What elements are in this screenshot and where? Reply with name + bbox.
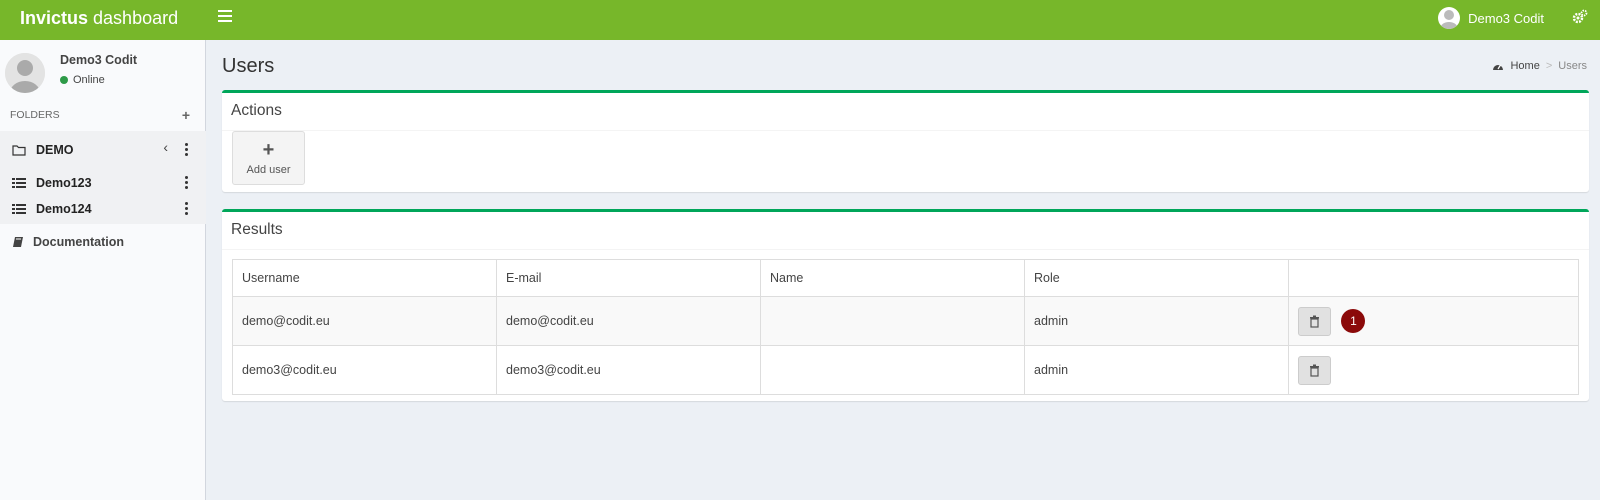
cell-role: admin [1024,345,1289,395]
sidebar-user-name: Demo3 Codit [60,53,138,67]
table-row: demo3@codit.eu demo3@codit.eu admin [232,345,1579,395]
more-vertical-icon[interactable] [185,176,188,190]
hamburger-icon[interactable] [218,10,232,24]
breadcrumb-home[interactable]: Home [1510,60,1539,72]
sidebar-item-label: Demo123 [36,176,92,190]
user-status: Online [60,74,105,86]
delete-button[interactable] [1298,355,1331,385]
folder-group: DEMO ‹ Demo123 Demo124 [0,131,206,224]
actions-title: Actions [231,102,282,119]
sidebar: Demo3 Codit Online FOLDERS + DEMO ‹ Demo… [0,40,206,500]
brand-bold: Invictus [20,8,89,28]
status-text: Online [73,74,105,86]
avatar [1438,7,1461,29]
gear-icon[interactable] [1572,9,1588,25]
column-header-role[interactable]: Role [1024,259,1289,297]
divider [222,249,1589,250]
table-row: demo@codit.eu demo@codit.eu admin 1 [232,296,1579,346]
cell-name [760,296,1025,346]
cell-username: demo3@codit.eu [232,345,497,395]
cell-email: demo3@codit.eu [496,345,761,395]
cell-actions [1288,345,1579,395]
dashboard-icon [1493,64,1504,70]
sidebar-folder-label: DEMO [36,143,74,157]
book-icon [13,237,23,247]
column-header-name[interactable]: Name [760,259,1025,297]
breadcrumb: Home > Users [1492,60,1587,72]
add-user-button[interactable]: + Add user [232,131,305,185]
list-icon [12,204,26,214]
app-brand[interactable]: Invictus dashboard [20,0,178,40]
breadcrumb-separator: > [1545,60,1553,72]
cell-role: admin [1024,296,1289,346]
cell-email: demo@codit.eu [496,296,761,346]
trash-icon [1310,315,1319,328]
brand-rest: dashboard [88,8,179,28]
users-table: Username E-mail Name Role demo@codit.eu … [232,259,1579,395]
chevron-left-icon[interactable]: ‹ [163,139,168,155]
list-icon [12,178,26,188]
add-folder-button[interactable]: + [182,108,190,122]
actions-box: Actions + Add user [222,90,1589,192]
sidebar-item-demo124[interactable]: Demo124 [0,196,206,222]
status-dot-icon [60,76,68,84]
user-menu[interactable]: Demo3 Codit [1438,0,1544,36]
notification-badge: 1 [1341,309,1366,333]
add-user-label: Add user [246,164,291,176]
sidebar-item-documentation[interactable]: Documentation [0,231,206,253]
column-header-email[interactable]: E-mail [496,259,761,297]
folders-heading: FOLDERS + [10,108,190,123]
folder-icon [12,145,26,156]
top-navbar: Invictus dashboard Demo3 Codit [0,0,1600,40]
breadcrumb-current: Users [1558,60,1587,72]
cell-name [760,345,1025,395]
column-header-actions [1288,259,1579,297]
plus-icon: + [262,139,275,161]
more-vertical-icon[interactable] [185,202,188,216]
folders-heading-label: FOLDERS [10,109,60,121]
avatar [5,53,45,93]
divider [222,130,1589,131]
cell-username: demo@codit.eu [232,296,497,346]
sidebar-folder-demo[interactable]: DEMO ‹ [0,137,206,163]
cell-actions: 1 [1288,296,1579,346]
results-box: Results Username E-mail Name Role demo@c… [222,209,1589,401]
sidebar-item-label: Documentation [33,235,124,249]
column-header-username[interactable]: Username [232,259,497,297]
results-title: Results [231,221,283,238]
user-panel: Demo3 Codit Online [5,53,200,93]
more-vertical-icon[interactable] [185,143,188,157]
table-header-row: Username E-mail Name Role [232,259,1579,297]
delete-button[interactable] [1298,306,1331,336]
sidebar-item-label: Demo124 [36,202,92,216]
sidebar-item-demo123[interactable]: Demo123 [0,170,206,196]
page-title: Users [222,55,275,77]
user-menu-name: Demo3 Codit [1468,10,1544,26]
trash-icon [1310,364,1319,377]
